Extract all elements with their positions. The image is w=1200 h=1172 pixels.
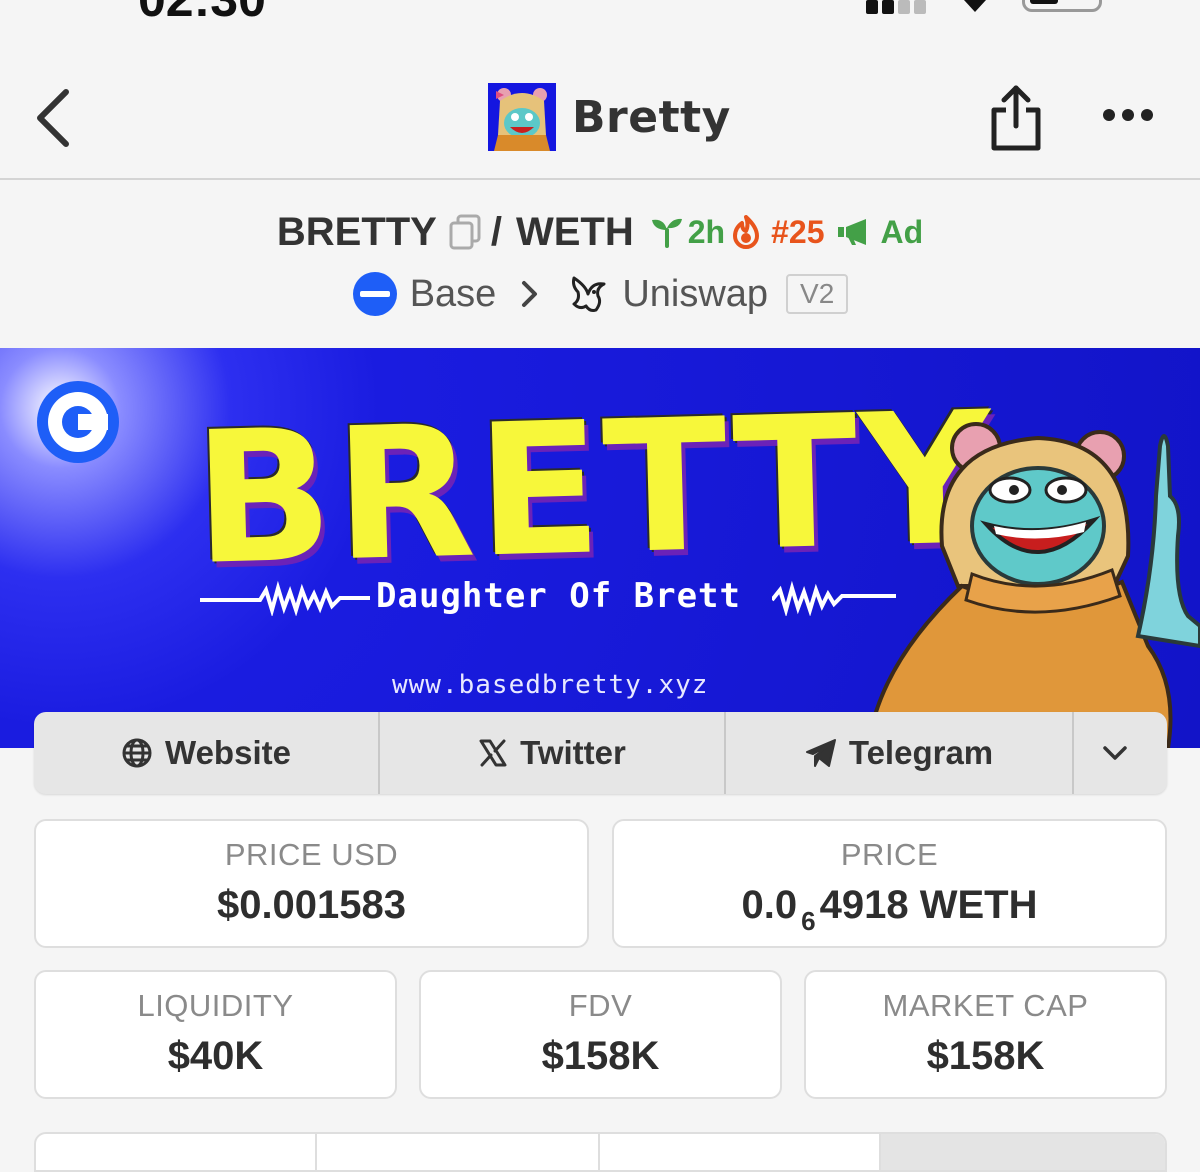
fdv-value: $158K (541, 1034, 660, 1078)
market-cap-value: $158K (926, 1034, 1045, 1078)
timeframe-tabs (34, 1132, 1167, 1172)
base-chain-icon (352, 272, 397, 316)
chain-name[interactable]: Base (410, 273, 497, 316)
pair-separator: / (490, 209, 502, 254)
price-usd-label: PRICE USD (224, 837, 399, 872)
x-logo-icon (479, 739, 507, 767)
pair-quote-symbol: WETH (515, 209, 634, 254)
market-cap-card: MARKET CAP $158K (804, 970, 1167, 1099)
telegram-label: Telegram (848, 734, 994, 771)
price-usd-card: PRICE USD $0.001583 (34, 819, 589, 948)
pair-age-badge: 2h (650, 214, 725, 251)
status-bar: 02:30 (0, 0, 1200, 27)
token-avatar (488, 83, 556, 151)
nav-header: Bretty (0, 60, 1200, 180)
trending-rank: #25 (771, 213, 825, 250)
social-links-bar: Website Twitter Telegram (34, 712, 1167, 794)
fdv-label: FDV (568, 988, 633, 1023)
liquidity-label: LIQUIDITY (137, 988, 294, 1023)
more-links-dropdown[interactable] (1074, 712, 1167, 794)
share-icon (991, 85, 1041, 151)
battery-icon (1022, 0, 1102, 12)
token-banner-image: BRETTY Daughter Of Brett www.basedbretty… (0, 348, 1200, 748)
pair-header: BRETTY / WETH 2h #25 Ad (0, 206, 1200, 258)
bretty-mascot-illustration (865, 422, 1200, 748)
price-digits: 4918 (819, 883, 909, 927)
market-cap-label: MARKET CAP (882, 988, 1089, 1023)
megaphone-icon (838, 219, 867, 245)
price-usd-value: $0.001583 (216, 883, 407, 927)
twitter-label: Twitter (520, 734, 626, 771)
uniswap-icon (572, 276, 606, 312)
more-button[interactable] (1100, 100, 1156, 130)
pair-age: 2h (687, 213, 726, 250)
more-horizontal-icon (1103, 109, 1153, 121)
dex-name[interactable]: Uniswap (622, 273, 768, 316)
nav-title: Bretty (572, 91, 731, 143)
website-label: Website (165, 734, 291, 771)
status-time: 02:30 (138, 0, 266, 28)
telegram-icon (805, 739, 836, 767)
liquidity-value: $40K (167, 1034, 264, 1078)
flame-icon (733, 215, 760, 249)
signal-icon (866, 0, 928, 14)
trending-rank-badge[interactable]: #25 (731, 214, 824, 251)
ad-badge[interactable]: Ad (836, 214, 923, 251)
copy-icon[interactable] (449, 214, 481, 250)
price-prefix: 0.0 (741, 883, 798, 927)
chevron-down-icon (1102, 746, 1127, 760)
timeframe-tab[interactable] (317, 1134, 600, 1170)
timeframe-tab-selected[interactable] (881, 1134, 1165, 1170)
back-button[interactable] (30, 88, 80, 148)
base-logo-icon (37, 381, 119, 463)
pair-base-symbol: BRETTY (276, 209, 437, 254)
banner-tagline: Daughter Of Brett (376, 576, 741, 616)
fdv-card: FDV $158K (419, 970, 782, 1099)
chain-breadcrumb: Base Uniswap V2 (0, 268, 1200, 320)
liquidity-card: LIQUIDITY $40K (34, 970, 397, 1099)
website-link-button[interactable]: Website (34, 712, 380, 794)
share-button[interactable] (988, 84, 1044, 152)
globe-icon (122, 738, 152, 768)
twitter-link-button[interactable]: Twitter (380, 712, 726, 794)
squiggle-decoration-left (200, 580, 370, 616)
price-native-value: 0.0 6 4918 WETH (614, 883, 1165, 936)
nav-title-group: Bretty (488, 82, 731, 152)
timeframe-tab[interactable] (600, 1134, 881, 1170)
telegram-link-button[interactable]: Telegram (726, 712, 1074, 794)
dex-version-badge: V2 (786, 274, 849, 314)
price-native-card: PRICE 0.0 6 4918 WETH (612, 819, 1167, 948)
price-unit: WETH (919, 883, 1038, 927)
timeframe-tab[interactable] (36, 1134, 317, 1170)
wifi-icon (964, 0, 986, 12)
banner-url: www.basedbretty.xyz (392, 670, 709, 700)
chevron-left-icon (37, 89, 69, 147)
ad-label: Ad (880, 213, 924, 250)
price-native-label: PRICE (840, 837, 939, 872)
price-subscript-zeros: 6 (801, 906, 816, 936)
chevron-right-icon (522, 281, 538, 307)
sprout-icon (651, 218, 682, 248)
